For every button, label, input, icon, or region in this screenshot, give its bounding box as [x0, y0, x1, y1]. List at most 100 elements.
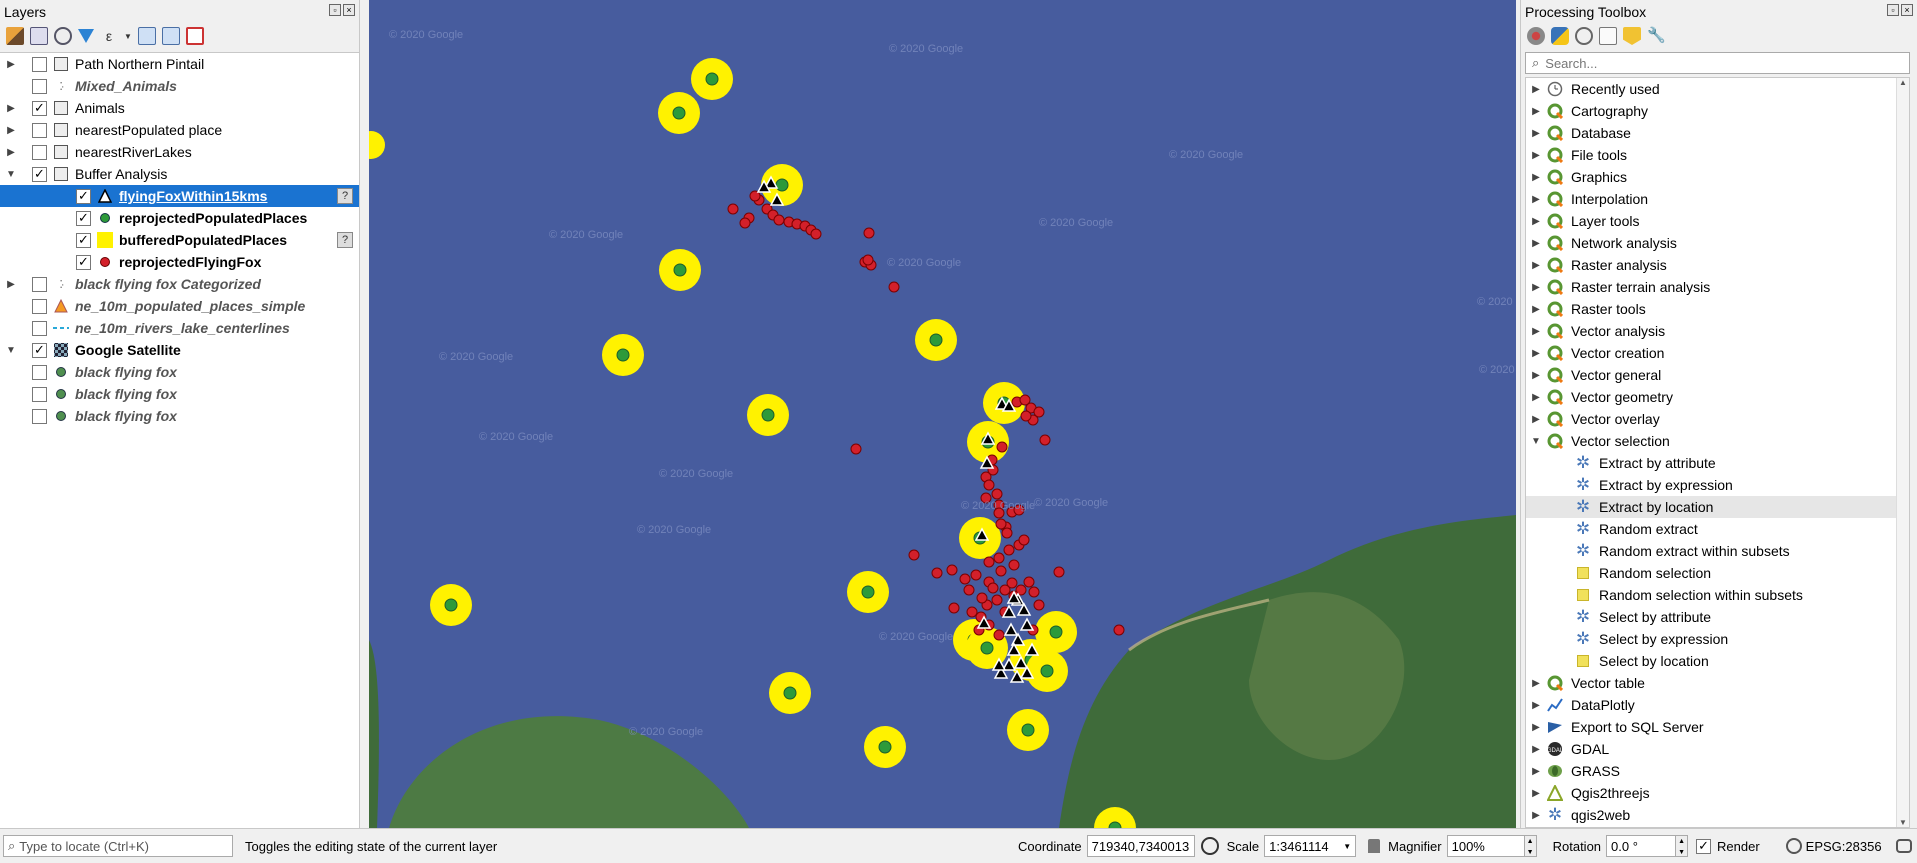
options-wrench-icon[interactable]: 🔧: [1647, 27, 1666, 45]
toolbox-provider-item[interactable]: ▶ Qgis2threejs: [1526, 782, 1909, 804]
layer-visibility-checkbox[interactable]: [32, 298, 47, 314]
lock-scale-icon[interactable]: [1368, 839, 1381, 853]
toolbox-provider-item[interactable]: ▶ Vector overlay: [1526, 408, 1909, 430]
layer-row[interactable]: black flying fox: [0, 405, 359, 427]
remove-layer-icon[interactable]: [185, 27, 204, 45]
expand-arrow-icon[interactable]: ▶: [1526, 672, 1546, 694]
crs-label[interactable]: EPSG:28356: [1806, 839, 1882, 854]
layer-notes-icon[interactable]: ?: [337, 232, 353, 248]
collapse-all-icon[interactable]: [161, 27, 180, 45]
layer-visibility-checkbox[interactable]: ✓: [76, 232, 91, 248]
expand-arrow-icon[interactable]: ▶: [1526, 276, 1546, 298]
layer-visibility-checkbox[interactable]: ✓: [76, 254, 91, 270]
models-icon[interactable]: [1527, 27, 1545, 45]
toolbox-algorithm-item[interactable]: ✲ Select by attribute: [1526, 606, 1909, 628]
expand-arrow-icon[interactable]: ▶: [1526, 804, 1546, 826]
expand-arrow-icon[interactable]: ▶: [1526, 188, 1546, 210]
layer-row[interactable]: ne_10m_rivers_lake_centerlines: [0, 317, 359, 339]
layer-visibility-checkbox[interactable]: [32, 276, 47, 292]
layer-visibility-checkbox[interactable]: [32, 386, 47, 402]
expand-arrow-icon[interactable]: ▶: [1526, 342, 1546, 364]
toolbox-algorithm-item[interactable]: ✲ Extract by location: [1526, 496, 1909, 518]
toolbox-provider-item[interactable]: ▶ Vector general: [1526, 364, 1909, 386]
expand-arrow-icon[interactable]: ▶: [4, 97, 18, 119]
toolbox-algorithm-item[interactable]: Select by location: [1526, 650, 1909, 672]
expand-arrow-icon[interactable]: ▶: [1526, 210, 1546, 232]
float-panel-button[interactable]: ▫: [329, 4, 341, 16]
style-brush-icon[interactable]: [6, 27, 24, 45]
expand-arrow-icon[interactable]: ▶: [1526, 760, 1546, 782]
expand-arrow-icon[interactable]: ▶: [1526, 298, 1546, 320]
magnifier-field[interactable]: 100%: [1446, 835, 1525, 857]
toolbox-provider-item[interactable]: ▶ Vector table: [1526, 672, 1909, 694]
toolbox-provider-item[interactable]: ▶ Raster tools: [1526, 298, 1909, 320]
layer-visibility-checkbox[interactable]: ✓: [76, 188, 91, 204]
collapse-arrow-icon[interactable]: ▼: [4, 339, 18, 361]
layer-visibility-checkbox[interactable]: [32, 364, 47, 380]
layer-visibility-checkbox[interactable]: [32, 78, 47, 94]
layer-row[interactable]: black flying fox: [0, 383, 359, 405]
expand-arrow-icon[interactable]: ▶: [1526, 386, 1546, 408]
layer-row[interactable]: ▶ nearestRiverLakes: [0, 141, 359, 163]
expand-arrow-icon[interactable]: ▶: [1526, 320, 1546, 342]
layer-row[interactable]: ▶ ⁚· black flying fox Categorized: [0, 273, 359, 295]
layer-visibility-checkbox[interactable]: [32, 408, 47, 424]
layer-row[interactable]: ▶ nearestPopulated place: [0, 119, 359, 141]
layer-row[interactable]: black flying fox: [0, 361, 359, 383]
toolbox-scrollbar[interactable]: ▲ ▼: [1896, 78, 1909, 827]
expand-arrow-icon[interactable]: ▶: [4, 141, 18, 163]
toolbox-provider-item[interactable]: ▼ Vector selection: [1526, 430, 1909, 452]
toolbox-search-input[interactable]: ⌕ Search...: [1525, 52, 1910, 74]
messages-icon[interactable]: [1895, 839, 1912, 853]
add-group-icon[interactable]: [30, 27, 48, 45]
history-clock-icon[interactable]: [1575, 27, 1593, 45]
scale-combo[interactable]: 1:3461114 ▼: [1264, 835, 1357, 857]
layer-visibility-checkbox[interactable]: ✓: [32, 166, 47, 182]
layer-visibility-checkbox[interactable]: [32, 56, 47, 72]
map-canvas[interactable]: © 2020 Google © 2020 Google © 2020 Google ©…: [369, 0, 1516, 828]
toolbox-algorithm-item[interactable]: Random selection within subsets: [1526, 584, 1909, 606]
toolbox-provider-item[interactable]: ▶ GRASS: [1526, 760, 1909, 782]
toolbox-algorithm-item[interactable]: ✲ Select by expression: [1526, 628, 1909, 650]
toggle-extents-icon[interactable]: [1200, 837, 1219, 855]
expand-arrow-icon[interactable]: ▶: [1526, 738, 1546, 760]
expand-arrow-icon[interactable]: ▶: [1526, 166, 1546, 188]
layer-visibility-checkbox[interactable]: ✓: [32, 100, 47, 116]
close-panel-button[interactable]: ×: [343, 4, 355, 16]
toolbox-provider-item[interactable]: ▶ Cartography: [1526, 100, 1909, 122]
results-viewer-icon[interactable]: [1599, 27, 1617, 45]
render-checkbox[interactable]: ✓: [1696, 838, 1712, 854]
layer-row[interactable]: ✓ reprojectedPopulatedPlaces: [0, 207, 359, 229]
expand-arrow-icon[interactable]: ▶: [4, 273, 18, 295]
coordinate-field[interactable]: 719340,7340013: [1086, 835, 1195, 857]
locator-input[interactable]: ⌕ Type to locate (Ctrl+K): [3, 835, 233, 857]
toolbox-algorithm-item[interactable]: ✲ Random extract: [1526, 518, 1909, 540]
toolbox-provider-item[interactable]: ▶ Vector analysis: [1526, 320, 1909, 342]
expand-arrow-icon[interactable]: ▶: [1526, 254, 1546, 276]
toolbox-provider-item[interactable]: ▶ Layer tools: [1526, 210, 1909, 232]
toolbox-provider-item[interactable]: ▶ Database: [1526, 122, 1909, 144]
layer-visibility-checkbox[interactable]: ✓: [32, 342, 47, 358]
collapse-arrow-icon[interactable]: ▼: [4, 163, 18, 185]
toolbox-algorithm-item[interactable]: ✲ Extract by expression: [1526, 474, 1909, 496]
toolbox-provider-item[interactable]: ▶ DataPlotly: [1526, 694, 1909, 716]
toolbox-provider-item[interactable]: ▶ Recently used: [1526, 78, 1909, 100]
float-panel-button[interactable]: ▫: [1887, 4, 1899, 16]
filter-expression-icon[interactable]: ε: [100, 27, 118, 45]
toolbox-provider-item[interactable]: ▶ Network analysis: [1526, 232, 1909, 254]
toolbox-provider-item[interactable]: ▶ Vector geometry: [1526, 386, 1909, 408]
rotation-field[interactable]: 0.0 °: [1606, 835, 1677, 857]
toolbox-algorithm-item[interactable]: ✲ Extract by attribute: [1526, 452, 1909, 474]
chevron-down-icon[interactable]: ▼: [124, 32, 132, 41]
collapse-arrow-icon[interactable]: ▼: [1526, 430, 1546, 452]
expand-arrow-icon[interactable]: ▶: [1526, 232, 1546, 254]
expand-arrow-icon[interactable]: ▶: [4, 53, 18, 75]
crs-globe-icon[interactable]: [1785, 838, 1802, 854]
toolbox-provider-item[interactable]: ▶ Export to SQL Server: [1526, 716, 1909, 738]
layer-row[interactable]: ✓ bufferedPopulatedPlaces?: [0, 229, 359, 251]
close-panel-button[interactable]: ×: [1901, 4, 1913, 16]
expand-all-icon[interactable]: [137, 27, 156, 45]
toolbox-provider-item[interactable]: ▶ Interpolation: [1526, 188, 1909, 210]
expand-arrow-icon[interactable]: ▶: [1526, 408, 1546, 430]
layer-visibility-checkbox[interactable]: [32, 144, 47, 160]
